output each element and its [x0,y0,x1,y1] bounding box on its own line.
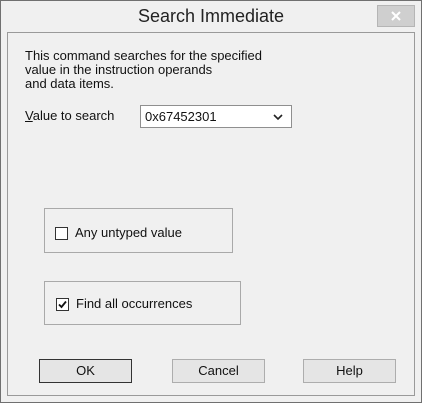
find-all-checkbox[interactable] [56,298,69,311]
ok-button[interactable]: OK [39,359,132,383]
value-to-search-combobox[interactable]: 0x67452301 [140,105,292,128]
description-line-1: This command searches for the specified [25,48,262,63]
value-label-rest: alue to search [32,108,115,123]
value-to-search-label: Value to search [25,106,114,126]
value-label-accesskey: V [25,108,33,123]
title-bar[interactable]: Search Immediate [1,1,421,31]
description-text: This command searches for the specified … [25,49,265,91]
any-untyped-label[interactable]: Any untyped value [75,225,182,241]
find-all-group: Find all occurrences [44,281,241,325]
description-line-2: value in the instruction operands [25,62,213,77]
chevron-down-icon [273,114,283,121]
close-button[interactable] [377,5,415,27]
any-untyped-checkbox[interactable] [55,227,68,240]
value-to-search-value: 0x67452301 [145,109,217,124]
check-icon [58,300,67,309]
close-icon [391,11,401,21]
dialog-title: Search Immediate [137,6,285,26]
dialog-window: Search Immediate This command searches f… [0,0,422,403]
any-untyped-group: Any untyped value [44,208,233,253]
cancel-button[interactable]: Cancel [172,359,265,383]
find-all-label[interactable]: Find all occurrences [76,296,192,312]
description-line-3: and data items. [25,76,114,91]
help-button[interactable]: Help [303,359,396,383]
